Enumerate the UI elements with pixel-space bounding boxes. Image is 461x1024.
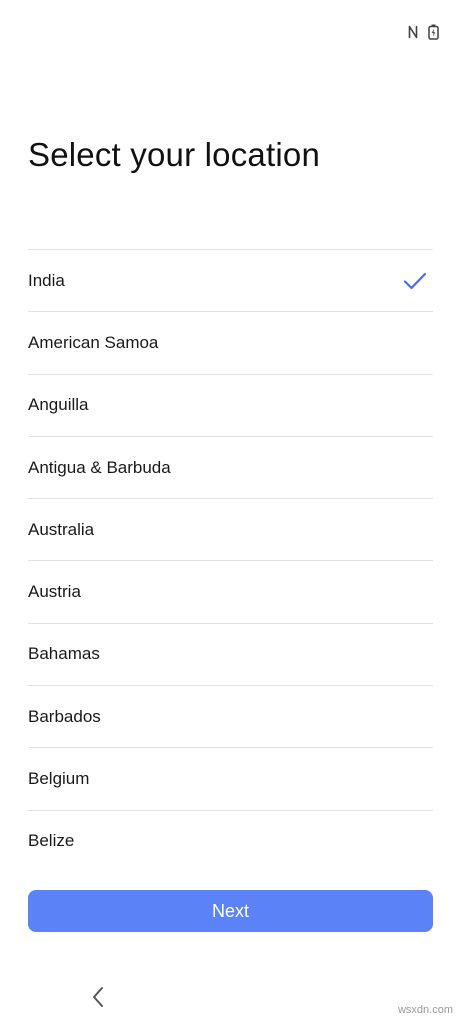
location-label: Belgium [28, 769, 90, 789]
location-item-australia[interactable]: Australia [28, 499, 433, 562]
location-list: India American Samoa Anguilla Antigua & … [28, 249, 433, 872]
battery-charging-icon [428, 24, 439, 40]
location-item-india[interactable]: India [28, 250, 433, 313]
chevron-left-icon [91, 986, 105, 1013]
back-button[interactable] [84, 984, 112, 1014]
location-label: Austria [28, 582, 81, 602]
next-button[interactable]: Next [28, 890, 433, 932]
location-label: American Samoa [28, 332, 159, 352]
location-item-barbados[interactable]: Barbados [28, 686, 433, 749]
page-title: Select your location [28, 136, 320, 173]
location-item-antigua-barbuda[interactable]: Antigua & Barbuda [28, 437, 433, 500]
location-item-belize[interactable]: Belize [28, 811, 433, 872]
location-label: Anguilla [28, 395, 89, 415]
location-item-anguilla[interactable]: Anguilla [28, 375, 433, 437]
location-label: Belize [28, 831, 75, 851]
location-label: Antigua & Barbuda [28, 457, 171, 477]
location-label: Barbados [28, 706, 101, 726]
location-item-belgium[interactable]: Belgium [28, 748, 433, 811]
check-icon [403, 272, 427, 290]
location-item-american-samoa[interactable]: American Samoa [28, 312, 433, 375]
location-label: Bahamas [28, 644, 100, 664]
nfc-icon [408, 25, 418, 39]
status-bar [408, 22, 439, 42]
location-label: India [28, 270, 65, 290]
watermark: wsxdn.com [397, 1004, 453, 1016]
location-item-bahamas[interactable]: Bahamas [28, 624, 433, 687]
location-item-austria[interactable]: Austria [28, 561, 433, 624]
location-label: Australia [28, 519, 95, 539]
